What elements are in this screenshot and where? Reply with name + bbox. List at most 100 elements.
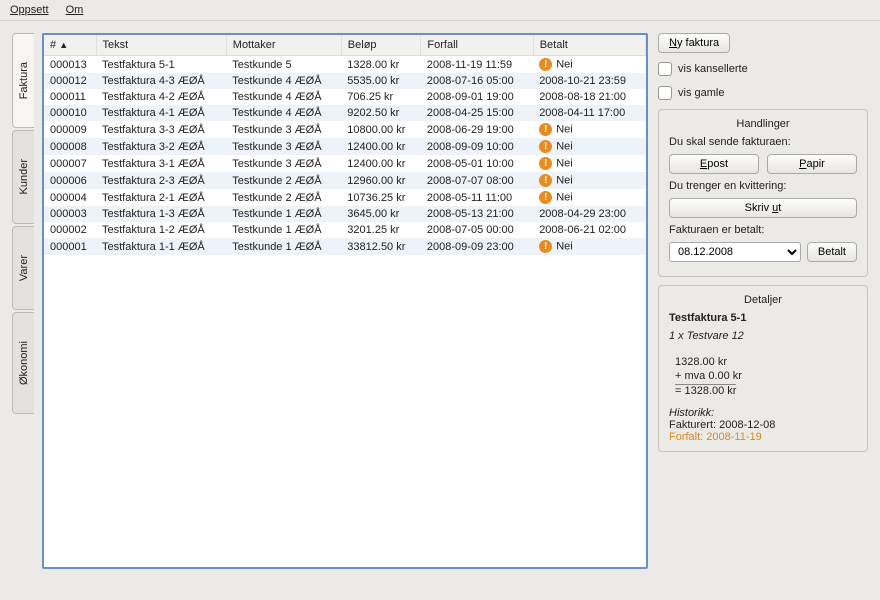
cell-forfall: 2008-07-07 08:00 [421, 172, 533, 189]
warning-icon: ! [539, 191, 552, 204]
show-cancelled-row[interactable]: vis kansellerte [658, 61, 868, 77]
table-row[interactable]: 000004Testfaktura 2-1 ÆØÅTestkunde 2 ÆØÅ… [44, 189, 646, 206]
cell-tekst: Testfaktura 5-1 [96, 56, 226, 74]
cell-betalt: 2008-04-29 23:00 [533, 206, 645, 222]
tab-faktura[interactable]: Faktura [12, 33, 34, 128]
table-row[interactable]: 000008Testfaktura 3-2 ÆØÅTestkunde 3 ÆØÅ… [44, 138, 646, 155]
checkbox-icon[interactable] [658, 62, 672, 76]
tab-varer[interactable]: Varer [12, 226, 34, 310]
cell-forfall: 2008-05-01 10:00 [421, 155, 533, 172]
warning-icon: ! [539, 123, 552, 136]
col-tekst[interactable]: Tekst [96, 35, 226, 56]
cell-belop: 12400.00 kr [341, 155, 421, 172]
cell-forfall: 2008-09-01 19:00 [421, 89, 533, 105]
cell-num: 000012 [44, 73, 96, 89]
col-betalt[interactable]: Betalt [533, 35, 645, 56]
side-tabs: Faktura Kunder Varer Økonomi [12, 33, 34, 569]
table-row[interactable]: 000001Testfaktura 1-1 ÆØÅTestkunde 1 ÆØÅ… [44, 238, 646, 255]
cell-forfall: 2008-07-05 00:00 [421, 222, 533, 238]
col-mottaker[interactable]: Mottaker [226, 35, 341, 56]
table-row[interactable]: 000002Testfaktura 1-2 ÆØÅTestkunde 1 ÆØÅ… [44, 222, 646, 238]
details-total: = 1328.00 kr [675, 384, 857, 397]
cell-num: 000008 [44, 138, 96, 155]
cell-forfall: 2008-07-16 05:00 [421, 73, 533, 89]
cell-tekst: Testfaktura 2-1 ÆØÅ [96, 189, 226, 206]
epost-button[interactable]: Epost [669, 154, 759, 174]
history-invoiced: Fakturert: 2008-12-08 [669, 419, 857, 431]
cell-forfall: 2008-05-13 21:00 [421, 206, 533, 222]
cell-betalt: 2008-10-21 23:59 [533, 73, 645, 89]
right-panel: Ny faktura vis kansellerte vis gamle Han… [658, 33, 868, 569]
details-vat: + mva 0.00 kr [675, 370, 857, 382]
cell-num: 000001 [44, 238, 96, 255]
sort-arrow-icon: ▲ [59, 40, 68, 50]
cell-num: 000009 [44, 121, 96, 138]
col-num[interactable]: # ▲ [44, 35, 96, 56]
cell-betalt: !Nei [533, 189, 645, 206]
cell-mottaker: Testkunde 3 ÆØÅ [226, 121, 341, 138]
cell-num: 000002 [44, 222, 96, 238]
cell-mottaker: Testkunde 1 ÆØÅ [226, 206, 341, 222]
cell-forfall: 2008-05-11 11:00 [421, 189, 533, 206]
cell-mottaker: Testkunde 5 [226, 56, 341, 74]
menu-oppsett[interactable]: Oppsett [10, 4, 49, 16]
cell-mottaker: Testkunde 4 ÆØÅ [226, 89, 341, 105]
table-row[interactable]: 000009Testfaktura 3-3 ÆØÅTestkunde 3 ÆØÅ… [44, 121, 646, 138]
paid-label: Fakturaen er betalt: [669, 224, 857, 236]
cell-betalt: !Nei [533, 138, 645, 155]
tab-kunder[interactable]: Kunder [12, 130, 34, 223]
cell-betalt: !Nei [533, 121, 645, 138]
cell-mottaker: Testkunde 4 ÆØÅ [226, 73, 341, 89]
invoice-table-wrap: # ▲ Tekst Mottaker Beløp Forfall Betalt … [42, 33, 648, 569]
history-due: Forfalt: 2008-11-19 [669, 431, 857, 443]
cell-belop: 10800.00 kr [341, 121, 421, 138]
cell-belop: 12400.00 kr [341, 138, 421, 155]
new-invoice-button[interactable]: Ny faktura [658, 33, 730, 53]
cell-forfall: 2008-09-09 23:00 [421, 238, 533, 255]
cell-betalt: 2008-04-11 17:00 [533, 105, 645, 121]
actions-title: Handlinger [669, 118, 857, 130]
details-subtotal: 1328.00 kr [675, 356, 857, 368]
show-old-row[interactable]: vis gamle [658, 85, 868, 101]
col-forfall[interactable]: Forfall [421, 35, 533, 56]
cell-num: 000004 [44, 189, 96, 206]
main-area: # ▲ Tekst Mottaker Beløp Forfall Betalt … [42, 33, 868, 569]
tab-okonomi[interactable]: Økonomi [12, 312, 34, 414]
cell-tekst: Testfaktura 1-1 ÆØÅ [96, 238, 226, 255]
details-panel: Detaljer Testfaktura 5-1 1 x Testvare 12… [658, 285, 868, 452]
paid-date-select[interactable]: 08.12.2008 [669, 242, 801, 262]
cell-tekst: Testfaktura 2-3 ÆØÅ [96, 172, 226, 189]
cell-num: 000011 [44, 89, 96, 105]
col-belop[interactable]: Beløp [341, 35, 421, 56]
table-row[interactable]: 000013Testfaktura 5-1Testkunde 51328.00 … [44, 56, 646, 74]
details-line-item: 1 x Testvare 12 [669, 330, 857, 342]
table-row[interactable]: 000012Testfaktura 4-3 ÆØÅTestkunde 4 ÆØÅ… [44, 73, 646, 89]
cell-tekst: Testfaktura 4-1 ÆØÅ [96, 105, 226, 121]
betalt-button[interactable]: Betalt [807, 242, 857, 262]
cell-num: 000013 [44, 56, 96, 74]
table-row[interactable]: 000003Testfaktura 1-3 ÆØÅTestkunde 1 ÆØÅ… [44, 206, 646, 222]
checkbox-icon[interactable] [658, 86, 672, 100]
cell-tekst: Testfaktura 4-2 ÆØÅ [96, 89, 226, 105]
cell-forfall: 2008-06-29 19:00 [421, 121, 533, 138]
receipt-label: Du trenger en kvittering: [669, 180, 857, 192]
cell-belop: 1328.00 kr [341, 56, 421, 74]
cell-mottaker: Testkunde 3 ÆØÅ [226, 155, 341, 172]
table-row[interactable]: 000006Testfaktura 2-3 ÆØÅTestkunde 2 ÆØÅ… [44, 172, 646, 189]
papir-button[interactable]: Papir [767, 154, 857, 174]
menu-om[interactable]: Om [66, 4, 84, 16]
cell-mottaker: Testkunde 2 ÆØÅ [226, 189, 341, 206]
print-button[interactable]: Skriv ut [669, 198, 857, 218]
cell-tekst: Testfaktura 3-1 ÆØÅ [96, 155, 226, 172]
cell-tekst: Testfaktura 4-3 ÆØÅ [96, 73, 226, 89]
table-row[interactable]: 000011Testfaktura 4-2 ÆØÅTestkunde 4 ÆØÅ… [44, 89, 646, 105]
cell-forfall: 2008-11-19 11:59 [421, 56, 533, 74]
cell-belop: 9202.50 kr [341, 105, 421, 121]
table-row[interactable]: 000010Testfaktura 4-1 ÆØÅTestkunde 4 ÆØÅ… [44, 105, 646, 121]
cell-mottaker: Testkunde 4 ÆØÅ [226, 105, 341, 121]
cell-betalt: !Nei [533, 56, 645, 74]
cell-betalt: !Nei [533, 238, 645, 255]
menubar: Oppsett Om [0, 0, 880, 21]
send-label: Du skal sende fakturaen: [669, 136, 857, 148]
table-row[interactable]: 000007Testfaktura 3-1 ÆØÅTestkunde 3 ÆØÅ… [44, 155, 646, 172]
